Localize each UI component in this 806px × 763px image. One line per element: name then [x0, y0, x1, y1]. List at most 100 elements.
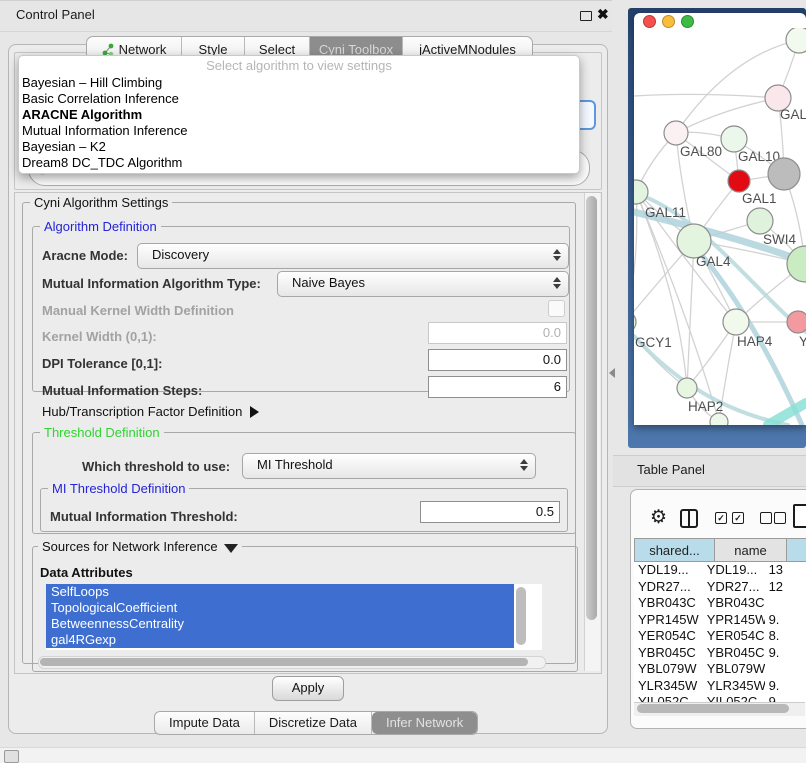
- chevron-right-icon: [250, 406, 259, 418]
- dropdown-item-mutual-information-inference[interactable]: Mutual Information Inference: [19, 123, 579, 139]
- list-item-topologicalcoefficient[interactable]: TopologicalCoefficient: [46, 600, 514, 616]
- network-node-label: GAL4: [696, 254, 731, 269]
- tab-impute-data[interactable]: Impute Data: [155, 712, 255, 734]
- zoom-button[interactable]: [681, 15, 694, 28]
- network-node-gcy1[interactable]: [634, 311, 636, 333]
- table-row[interactable]: YBR043CYBR043C: [634, 595, 806, 612]
- sources-group-toggle[interactable]: Sources for Network Inference: [38, 539, 242, 554]
- dpi-tolerance-label: DPI Tolerance [0,1]:: [42, 356, 162, 371]
- status-strip: [0, 747, 806, 763]
- table-cell: YIL052C: [634, 694, 703, 702]
- list-item-selfloops[interactable]: SelfLoops: [46, 584, 514, 600]
- minimize-button[interactable]: [662, 15, 675, 28]
- close-button[interactable]: [643, 15, 656, 28]
- kernel-width-input[interactable]: 0.0: [428, 322, 567, 344]
- checked-checkbox-icon[interactable]: ✓: [732, 512, 744, 524]
- network-node-y[interactable]: [787, 311, 806, 333]
- dropdown-item-aracne-algorithm[interactable]: ARACNE Algorithm: [19, 107, 579, 123]
- checked-checkbox-icon[interactable]: ✓: [715, 512, 727, 524]
- network-node[interactable]: [787, 246, 806, 282]
- mi-type-label: Mutual Information Algorithm Type:: [42, 276, 261, 291]
- mi-threshold-input[interactable]: 0.5: [420, 501, 560, 523]
- table-cell: 9.: [765, 645, 806, 662]
- hub-definition-label: Hub/Transcription Factor Definition: [42, 404, 242, 419]
- table-row[interactable]: YDR27...YDR27...12: [634, 579, 806, 596]
- network-node[interactable]: [786, 28, 806, 53]
- unchecked-checkbox-icon[interactable]: [774, 512, 786, 524]
- threshold-group-title: Threshold Definition: [40, 425, 164, 440]
- which-threshold-combobox[interactable]: MI Threshold: [242, 453, 536, 479]
- close-icon[interactable]: ✖: [597, 6, 609, 23]
- tab-discretize-data[interactable]: Discretize Data: [255, 712, 372, 734]
- table-cell: [765, 661, 806, 678]
- split-pane-collapse-icon[interactable]: [609, 368, 615, 378]
- aracne-mode-value: Discovery: [138, 244, 568, 266]
- list-item-betweennesscentrality[interactable]: BetweennessCentrality: [46, 616, 514, 632]
- network-node-label: GAL1: [742, 191, 777, 206]
- control-panel-title: Control Panel: [16, 7, 95, 22]
- table-cell: 9.: [765, 612, 806, 629]
- data-attributes-list[interactable]: SelfLoopsTopologicalCoefficientBetweenne…: [46, 584, 542, 650]
- network-node-label: Y: [799, 334, 806, 349]
- table-panel-title: Table Panel: [637, 462, 705, 477]
- dropdown-item-bayesian-hill-climbing[interactable]: Bayesian – Hill Climbing: [19, 75, 579, 91]
- table-cell: YDL19...: [634, 562, 703, 579]
- table-cell: [765, 595, 806, 612]
- column-header-shared-[interactable]: shared...: [634, 538, 714, 562]
- network-node-swi4[interactable]: [747, 208, 773, 234]
- file-icon[interactable]: [793, 504, 806, 528]
- table-cell: 13: [765, 562, 806, 579]
- network-node[interactable]: [710, 413, 728, 425]
- network-node-hap4[interactable]: [723, 309, 749, 335]
- table-row[interactable]: YDL19...YDL19...13: [634, 562, 806, 579]
- mi-steps-input[interactable]: 6: [428, 376, 567, 398]
- table-row[interactable]: YIL052CYIL052C9.: [634, 694, 806, 702]
- network-node-label: HAP4: [737, 334, 773, 349]
- table-cell: YPR145W: [634, 612, 703, 629]
- column-header-name[interactable]: name: [714, 538, 786, 562]
- network-canvas[interactable]: GALGAL80GAL10GAL1GAL11SWI4GAL4GCY1HAP4YH…: [634, 28, 806, 425]
- algorithm-dropdown-hint: Select algorithm to view settings: [19, 57, 579, 75]
- float-panel-icon[interactable]: [580, 11, 592, 21]
- table-row[interactable]: YBR045CYBR045C9.: [634, 645, 806, 662]
- network-node-gal80[interactable]: [664, 121, 688, 145]
- attributes-list-hscrollbar-thumb[interactable]: [40, 658, 528, 666]
- network-node-gal1[interactable]: [728, 170, 750, 192]
- apply-button[interactable]: Apply: [272, 676, 344, 701]
- attributes-list-scrollbar-thumb[interactable]: [516, 587, 526, 645]
- dropdown-item-bayesian-k2[interactable]: Bayesian – K2: [19, 139, 579, 155]
- network-node-gal4[interactable]: [677, 224, 711, 258]
- network-node[interactable]: [768, 158, 800, 190]
- dropdown-item-basic-correlation-inference[interactable]: Basic Correlation Inference: [19, 91, 579, 107]
- table-row[interactable]: YLR345WYLR345W9.: [634, 678, 806, 695]
- table-row[interactable]: YPR145WYPR145W9.: [634, 612, 806, 629]
- network-node-label: SWI4: [763, 232, 796, 247]
- which-threshold-value: MI Threshold: [243, 454, 535, 476]
- mi-threshold-label: Mutual Information Threshold:: [50, 509, 238, 524]
- split-columns-icon[interactable]: [680, 509, 698, 528]
- table-row[interactable]: YER054CYER054C8.: [634, 628, 806, 645]
- settings-scrollbar-thumb[interactable]: [586, 196, 597, 620]
- manual-kernel-checkbox[interactable]: [548, 300, 565, 317]
- chevron-down-icon: [224, 544, 238, 553]
- minimized-panel-icon[interactable]: [4, 750, 19, 763]
- unchecked-checkbox-icon[interactable]: [760, 512, 772, 524]
- table-cell: YER054C: [703, 628, 765, 645]
- network-node-hap2[interactable]: [677, 378, 697, 398]
- table-hscrollbar-thumb[interactable]: [637, 704, 789, 713]
- gear-icon[interactable]: ⚙: [650, 506, 667, 529]
- hub-definition-toggle[interactable]: Hub/Transcription Factor Definition: [42, 404, 259, 419]
- aracne-mode-combobox[interactable]: Discovery: [137, 243, 569, 269]
- table-row[interactable]: YBL079WYBL079W: [634, 661, 806, 678]
- column-header-a[interactable]: A: [786, 538, 806, 562]
- mi-type-combobox[interactable]: Naive Bayes: [277, 271, 569, 297]
- algorithm-dropdown-popup: Select algorithm to view settings Bayesi…: [18, 55, 580, 174]
- dropdown-item-dream8-dc-tdc-algorithm[interactable]: Dream8 DC_TDC Algorithm: [19, 155, 579, 171]
- list-item-gal4rgexp[interactable]: gal4RGexp: [46, 632, 514, 648]
- kernel-width-label: Kernel Width (0,1):: [42, 329, 157, 344]
- table-cell: YDL19...: [703, 562, 765, 579]
- table-rows: YDL19...YDL19...13YDR27...YDR27...12YBR0…: [634, 562, 806, 702]
- dpi-tolerance-input[interactable]: 0.0: [428, 349, 567, 371]
- table-cell: YBR045C: [634, 645, 703, 662]
- tab-infer-network[interactable]: Infer Network: [372, 712, 477, 734]
